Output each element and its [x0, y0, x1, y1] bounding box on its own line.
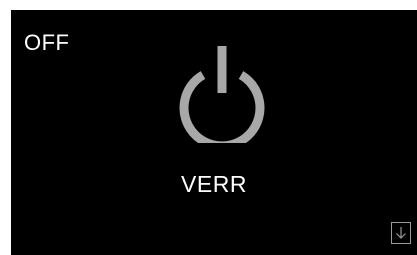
power-button[interactable] — [176, 43, 268, 143]
power-status-label: OFF — [24, 30, 70, 55]
arrow-down-icon — [396, 227, 406, 239]
lock-status-label: VERR — [181, 171, 247, 197]
device-screen: OFF VERR — [11, 10, 417, 255]
power-icon — [179, 46, 265, 143]
download-button[interactable] — [391, 222, 411, 244]
